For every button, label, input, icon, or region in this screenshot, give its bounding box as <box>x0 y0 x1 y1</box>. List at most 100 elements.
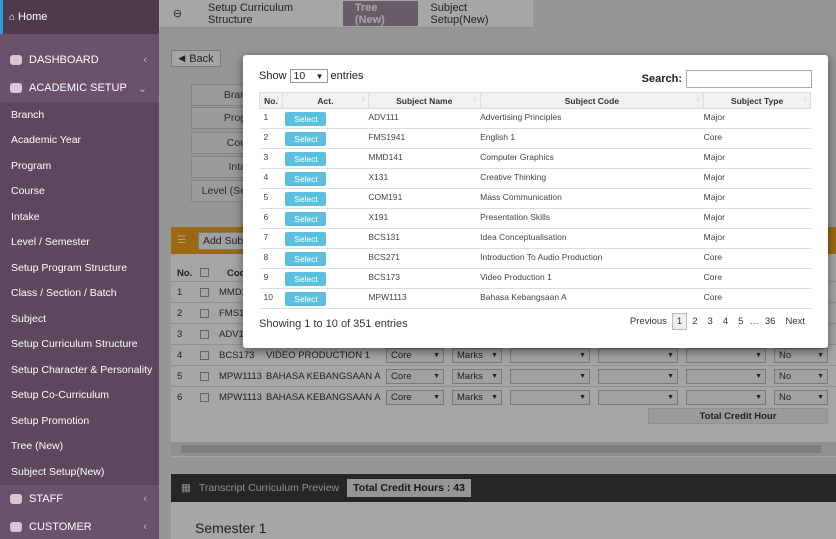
sidebar-item-subject-setup-new[interactable]: Subject Setup(New) <box>0 459 159 485</box>
sidebar-group-academic-setup[interactable]: ACADEMIC SETUP ⌄ <box>0 74 159 102</box>
sort-icon: ↕ <box>275 96 279 103</box>
chevron-down-icon: ⌄ <box>137 83 147 95</box>
sidebar-item-setup-promotion[interactable]: Setup Promotion <box>0 408 159 434</box>
select-button[interactable]: Select <box>285 252 327 266</box>
pager-page-2[interactable]: 2 <box>687 316 702 327</box>
sidebar-home-label: Home <box>18 11 48 23</box>
sidebar-group-staff[interactable]: STAFF ‹ <box>0 485 159 513</box>
cell-subject-type: Major <box>703 168 811 189</box>
sidebar-item-class-section-batch[interactable]: Class / Section / Batch <box>0 281 159 307</box>
table-row: 8 Select BCS271 Introduction To Audio Produ… <box>259 248 811 269</box>
cell-subject-type: Major <box>703 108 811 129</box>
cell-subject-code: Advertising Principles <box>480 108 704 129</box>
entries-label: entries <box>330 70 364 82</box>
table-row: 4 Select X131 Creative Thinking Major <box>259 168 811 189</box>
cell-no: 10 <box>259 288 283 309</box>
pager-page-5[interactable]: 5 <box>733 316 748 327</box>
select-button[interactable]: Select <box>285 292 327 306</box>
table-info: Showing 1 to 10 of 351 entries <box>259 318 408 330</box>
col-subject-type-header[interactable]: Subject Type ↕ <box>703 92 811 109</box>
cell-subject-type: Major <box>703 228 811 249</box>
select-button[interactable]: Select <box>285 212 327 226</box>
pager-page-3[interactable]: 3 <box>702 316 717 327</box>
cell-subject-name: BCS173 <box>368 268 481 289</box>
sidebar-group-label: STAFF <box>29 492 64 505</box>
table-row: 2 Select FMS1941 English 1 Core <box>259 128 811 149</box>
select-button[interactable]: Select <box>285 192 327 206</box>
pager-next[interactable]: Next <box>780 316 810 327</box>
col-act-header[interactable]: Act. ↕ <box>281 92 369 109</box>
cell-subject-code: Bahasa Kebangsaan A <box>480 288 704 309</box>
sidebar-group-label: ACADEMIC SETUP <box>29 82 127 94</box>
cell-no: 9 <box>259 268 283 289</box>
sidebar-item-intake[interactable]: Intake <box>0 204 159 230</box>
pager-page-4[interactable]: 4 <box>718 316 733 327</box>
cell-no: 6 <box>259 208 283 229</box>
sort-icon: ↕ <box>361 96 365 103</box>
home-icon: ⌂ <box>9 11 16 23</box>
caret-icon: ▼ <box>315 71 324 81</box>
cell-subject-code: Computer Graphics <box>480 148 704 169</box>
sidebar-item-setup-curriculum-structure[interactable]: Setup Curriculum Structure <box>0 332 159 358</box>
select-button[interactable]: Select <box>285 272 327 286</box>
cell-subject-type: Major <box>703 188 811 209</box>
sidebar-item-level-semester[interactable]: Level / Semester <box>0 230 159 256</box>
show-label: Show <box>259 70 287 82</box>
entries-value: 10 <box>293 70 306 82</box>
cell-subject-name: ADV111 <box>368 108 481 129</box>
cell-subject-type: Major <box>703 148 811 169</box>
cell-subject-code: Introduction To Audio Production <box>480 248 704 269</box>
search-input[interactable] <box>686 70 812 88</box>
pager-previous[interactable]: Previous <box>625 316 672 327</box>
sidebar: ⌂ Home DASHBOARD ‹ ACADEMIC SETUP ⌄ Bran… <box>0 0 159 539</box>
select-button[interactable]: Select <box>285 152 327 166</box>
sidebar-item-subject[interactable]: Subject <box>0 306 159 332</box>
cell-no: 2 <box>259 128 283 149</box>
table-row: 7 Select BCS131 Idea Conceptualisation Major <box>259 228 811 249</box>
sidebar-item-setup-character-personality[interactable]: Setup Character & Personality <box>0 357 159 383</box>
pager-page-1[interactable]: 1 <box>671 313 688 330</box>
page-length-control: Show 10 ▼ entries <box>259 69 364 83</box>
sort-icon: ↕ <box>696 96 701 103</box>
header-label: Subject Type <box>730 95 784 106</box>
table-row: 9 Select BCS173 Video Production 1 Core <box>259 268 811 289</box>
sidebar-item-program[interactable]: Program <box>0 153 159 179</box>
cell-subject-name: BCS271 <box>368 248 481 269</box>
sidebar-item-setup-co-curriculum[interactable]: Setup Co-Curriculum <box>0 383 159 409</box>
sidebar-group-dashboard[interactable]: DASHBOARD ‹ <box>0 46 159 74</box>
sidebar-item-course[interactable]: Course <box>0 179 159 205</box>
select-button[interactable]: Select <box>285 112 327 126</box>
search-control: Search: <box>642 70 812 88</box>
sidebar-item-tree-new[interactable]: Tree (New) <box>0 434 159 460</box>
col-subject-name-header[interactable]: Subject Name ↕ <box>367 92 481 109</box>
entries-select[interactable]: 10 ▼ <box>289 69 328 83</box>
sidebar-group-customer[interactable]: CUSTOMER ‹ <box>0 513 159 539</box>
cell-subject-type: Core <box>703 128 811 149</box>
sidebar-item-setup-program-structure[interactable]: Setup Program Structure <box>0 255 159 281</box>
cell-subject-name: BCS131 <box>368 228 481 249</box>
group-icon <box>10 55 22 65</box>
header-label: Subject Code <box>564 95 620 106</box>
sidebar-item-academic-year[interactable]: Academic Year <box>0 128 159 154</box>
cell-subject-name: X131 <box>368 168 481 189</box>
col-no-header[interactable]: No. ↕ <box>259 92 283 109</box>
table-row: 3 Select MMD141 Computer Graphics Major <box>259 148 811 169</box>
sidebar-item-branch[interactable]: Branch <box>0 102 159 128</box>
cell-no: 8 <box>259 248 283 269</box>
sidebar-home[interactable]: ⌂ Home <box>0 0 159 34</box>
col-subject-code-header[interactable]: Subject Code ↕ <box>479 92 705 109</box>
chevron-left-icon: ‹ <box>143 54 147 66</box>
cell-no: 7 <box>259 228 283 249</box>
pager-page-last[interactable]: 36 <box>760 316 781 327</box>
staff-icon <box>10 493 22 504</box>
select-button[interactable]: Select <box>285 232 327 246</box>
sidebar-group-label: DASHBOARD <box>29 54 99 66</box>
cell-subject-code: Idea Conceptualisation <box>480 228 704 249</box>
group-icon <box>10 83 22 93</box>
cell-subject-code: Mass Communication <box>480 188 704 209</box>
cell-subject-name: MMD141 <box>368 148 481 169</box>
select-button[interactable]: Select <box>285 172 327 186</box>
cell-no: 4 <box>259 168 283 189</box>
select-button[interactable]: Select <box>285 132 327 146</box>
sidebar-group-label: CUSTOMER <box>29 520 92 533</box>
